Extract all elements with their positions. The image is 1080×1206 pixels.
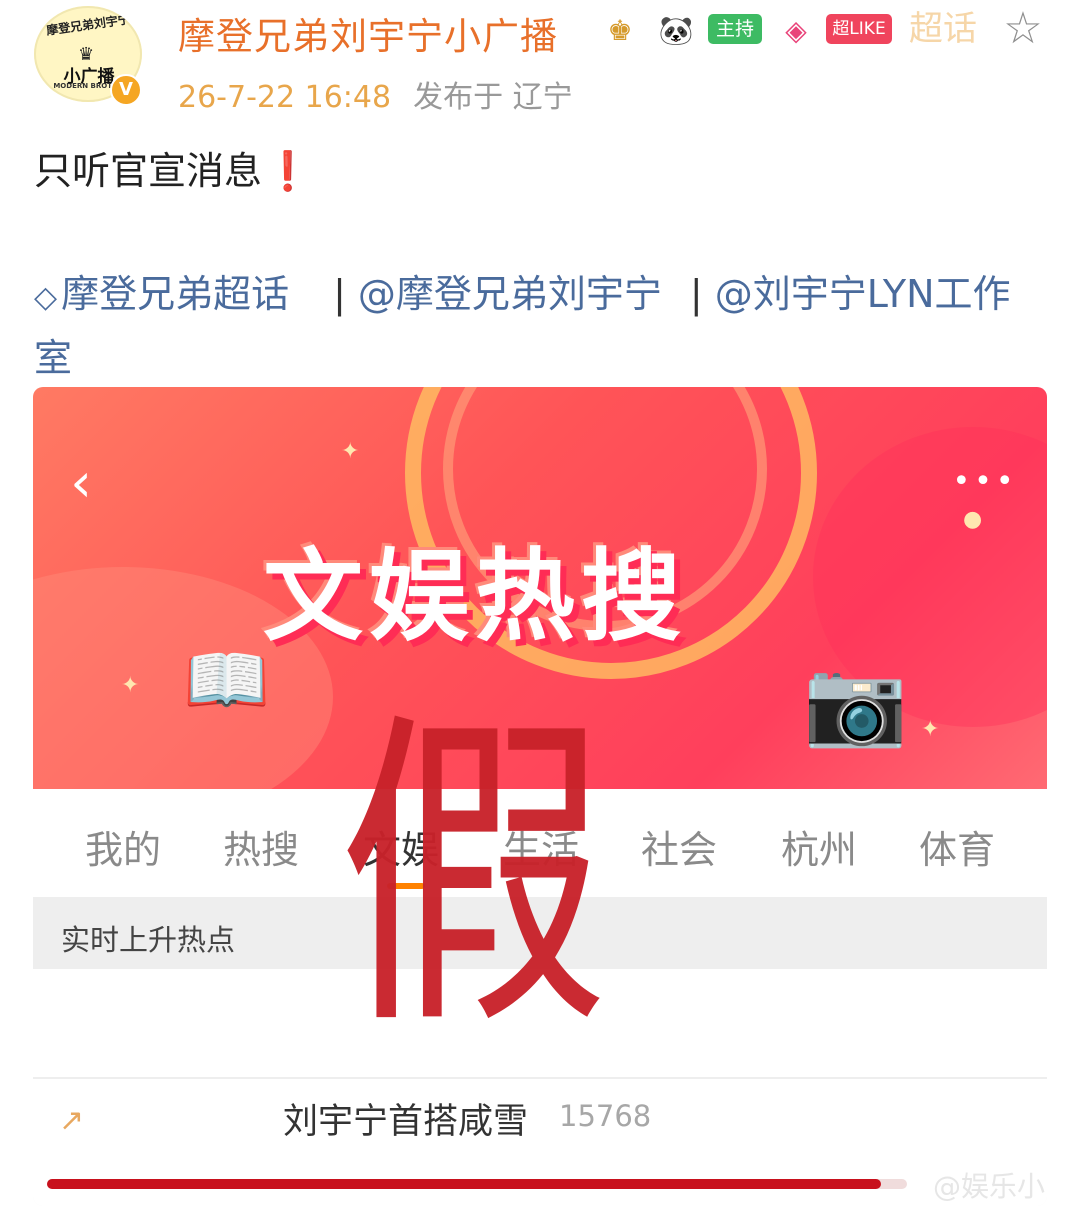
tab-sports[interactable]: 体育	[919, 819, 995, 874]
sparkle-icon: ✦	[121, 673, 140, 698]
diamond-icon[interactable]: ◈	[776, 12, 816, 50]
fake-stamp-overlay: 假	[338, 685, 609, 1069]
tab-hot[interactable]: 热搜	[223, 819, 299, 874]
verified-v-icon: V	[110, 74, 142, 106]
heat-progress-fill	[47, 1179, 882, 1189]
camera-icon: 📷	[803, 653, 908, 751]
tab-mine[interactable]: 我的	[85, 819, 161, 874]
supertopic-badge[interactable]: 超话	[898, 6, 988, 52]
post-location: 发布于 辽宁	[413, 80, 573, 115]
crown-icon[interactable]: ♚	[600, 12, 640, 50]
mention-modern-brothers[interactable]: @摩登兄弟刘宇宁	[358, 272, 662, 316]
post-text-body: 只听官宣消息	[34, 149, 263, 193]
watermark: @娱乐小喇叭	[933, 1170, 1047, 1203]
author-name[interactable]: 摩登兄弟刘宇宁小广播	[178, 6, 558, 60]
star-outline-icon[interactable]: ☆	[998, 4, 1048, 54]
list-item-count: 15768	[559, 1099, 652, 1133]
tag-supertopic-label: 摩登兄弟超话	[61, 272, 290, 316]
tag-separator: |	[689, 272, 703, 316]
sparkle-icon: ✦	[921, 717, 940, 742]
heat-progress-bar	[47, 1179, 907, 1189]
tab-society[interactable]: 社会	[641, 819, 717, 874]
host-badge[interactable]: 主持	[708, 14, 762, 44]
post-time: 26-7-22 16:48	[178, 80, 392, 115]
list-item-title[interactable]: 刘宇宁首搭咸雪	[283, 1093, 528, 1144]
post-tags: ◇ 摩登兄弟超话 | @摩登兄弟刘宇宁 | @刘宇宁LYN工作室	[34, 264, 1044, 388]
avatar-caption-top: 摩登兄弟刘宇宁	[45, 12, 131, 38]
tag-separator: |	[333, 272, 346, 316]
sparkle-icon: ✦	[341, 439, 360, 464]
divider	[33, 1077, 1047, 1079]
post-meta: 26-7-22 16:48 发布于 辽宁	[178, 72, 573, 116]
supertopic-diamond-icon: ◇	[34, 280, 58, 315]
panda-icon[interactable]: 🐼	[656, 12, 696, 50]
tab-hangzhou[interactable]: 杭州	[781, 819, 857, 874]
book-icon: 📖	[183, 639, 271, 721]
banner-title: 文娱热搜	[263, 538, 687, 655]
sparkle-icon: ●	[963, 507, 983, 532]
more-dots-icon[interactable]: •••	[949, 467, 1021, 497]
exclamation-emoji: ❗	[264, 149, 312, 193]
tag-supertopic[interactable]: ◇ 摩登兄弟超话	[34, 272, 289, 316]
super-like-badge[interactable]: 超LIKE	[826, 14, 892, 44]
chevron-left-icon[interactable]: ‹	[61, 455, 101, 511]
trend-up-arrow-icon: ↗	[59, 1103, 85, 1138]
section-label: 实时上升热点	[61, 923, 236, 957]
post-text: 只听官宣消息❗	[34, 140, 311, 195]
